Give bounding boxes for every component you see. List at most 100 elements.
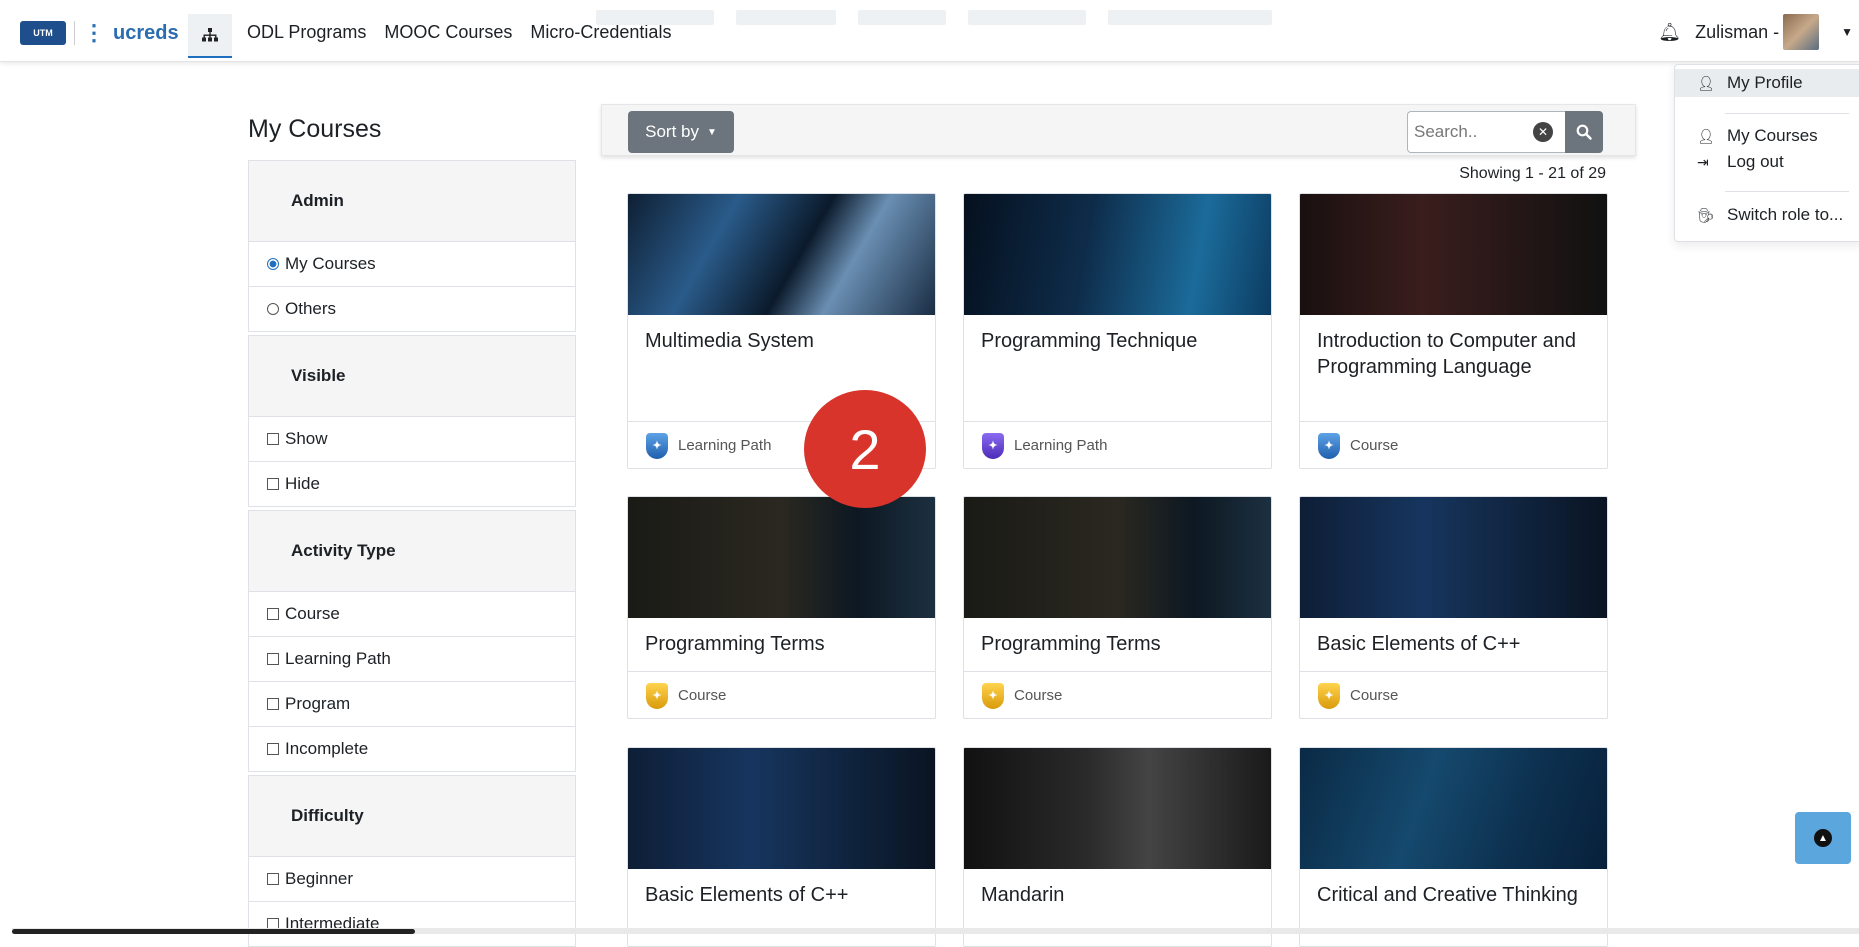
course-card[interactable]: Programming Terms ✦ Course bbox=[627, 496, 936, 719]
faded-tab bbox=[736, 10, 836, 25]
filter-option-learning-path[interactable]: Learning Path bbox=[248, 637, 576, 682]
course-title[interactable]: Basic Elements of C++ bbox=[1317, 631, 1592, 657]
course-card[interactable]: Introduction to Computer and Programming… bbox=[1299, 193, 1608, 469]
faded-tab bbox=[858, 10, 946, 25]
course-card[interactable]: Basic Elements of C++ bbox=[627, 747, 936, 947]
course-title[interactable]: Programming Terms bbox=[981, 631, 1256, 657]
search-group: ✕ bbox=[1407, 111, 1603, 153]
avatar[interactable] bbox=[1783, 14, 1820, 50]
checkbox-icon[interactable] bbox=[267, 698, 279, 710]
course-image[interactable] bbox=[628, 497, 935, 618]
course-image[interactable] bbox=[964, 748, 1271, 869]
sort-by-button[interactable]: Sort by ▼ bbox=[628, 111, 734, 153]
radio-checked-icon[interactable] bbox=[267, 258, 279, 270]
chevron-down-icon[interactable]: ▼ bbox=[1841, 25, 1853, 39]
filter-option-intermediate[interactable]: Intermediate bbox=[248, 902, 576, 947]
course-type: Course bbox=[1350, 687, 1399, 704]
course-type: Course bbox=[678, 687, 727, 704]
course-footer: ✦ Course bbox=[1300, 421, 1607, 468]
filter-option-my-courses[interactable]: My Courses bbox=[248, 242, 576, 287]
course-footer: ✦ Course bbox=[628, 671, 935, 718]
user-menu-dropdown: 👤︎ My Profile 👤︎ My Courses ⇥ Log out 🕵︎… bbox=[1674, 64, 1859, 242]
filter-option-label: Course bbox=[285, 604, 340, 623]
back-to-top-button[interactable]: ▲ bbox=[1795, 812, 1851, 864]
user-area: 🔔︎ Zulisman - ▼ bbox=[1658, 14, 1859, 50]
course-image[interactable] bbox=[964, 194, 1271, 315]
filter-option-beginner[interactable]: Beginner bbox=[248, 857, 576, 902]
filter-option-label: Hide bbox=[285, 474, 320, 493]
menu-item-switch-role[interactable]: 🕵︎ Switch role to... bbox=[1675, 201, 1859, 229]
faded-tab bbox=[1108, 10, 1272, 25]
course-card[interactable]: Basic Elements of C++ ✦ Course bbox=[1299, 496, 1608, 719]
course-image[interactable] bbox=[1300, 497, 1607, 618]
course-title[interactable]: Multimedia System bbox=[645, 328, 920, 354]
menu-item-my-profile[interactable]: 👤︎ My Profile bbox=[1675, 69, 1859, 97]
course-footer: ✦ Learning Path bbox=[964, 421, 1271, 468]
checkbox-icon[interactable] bbox=[267, 478, 279, 490]
checkbox-icon[interactable] bbox=[267, 653, 279, 665]
course-image[interactable] bbox=[1300, 748, 1607, 869]
sort-by-label: Sort by bbox=[645, 122, 699, 141]
utm-logo: UTM bbox=[20, 21, 66, 45]
nav-link-mooc-courses[interactable]: MOOC Courses bbox=[384, 22, 512, 43]
logo-divider bbox=[74, 21, 75, 45]
course-image[interactable] bbox=[628, 194, 935, 315]
course-image[interactable] bbox=[964, 497, 1271, 618]
course-card[interactable]: Programming Terms ✦ Course bbox=[963, 496, 1272, 719]
checkbox-icon[interactable] bbox=[267, 608, 279, 620]
course-card[interactable]: Programming Technique ✦ Learning Path bbox=[963, 193, 1272, 469]
nav-link-odl-programs[interactable]: ODL Programs bbox=[247, 22, 366, 43]
menu-item-log-out[interactable]: ⇥ Log out bbox=[1675, 148, 1859, 176]
filter-option-program[interactable]: Program bbox=[248, 682, 576, 727]
course-type: Learning Path bbox=[1014, 437, 1108, 454]
course-footer: ✦ Course bbox=[1300, 671, 1607, 718]
course-title[interactable]: Programming Technique bbox=[981, 328, 1256, 354]
course-footer: ✦ Course bbox=[964, 671, 1271, 718]
filter-option-hide[interactable]: Hide bbox=[248, 462, 576, 507]
course-title[interactable]: Introduction to Computer and Programming… bbox=[1317, 328, 1592, 380]
checkbox-icon[interactable] bbox=[267, 433, 279, 445]
page-title: My Courses bbox=[248, 115, 382, 143]
shield-badge-icon: ✦ bbox=[646, 432, 668, 459]
menu-item-label: My Profile bbox=[1727, 73, 1803, 92]
filter-option-show[interactable]: Show bbox=[248, 417, 576, 462]
filter-option-label: Program bbox=[285, 694, 351, 713]
results-count: Showing 1 - 21 of 29 bbox=[1459, 165, 1606, 182]
checkbox-icon[interactable] bbox=[267, 743, 279, 755]
shield-badge-icon: ✦ bbox=[982, 432, 1004, 459]
search-icon bbox=[1576, 124, 1592, 140]
clear-search-icon[interactable]: ✕ bbox=[1533, 122, 1553, 142]
nav-link-micro-credentials[interactable]: Micro-Credentials bbox=[530, 22, 671, 43]
radio-icon[interactable] bbox=[267, 303, 279, 315]
course-type: Course bbox=[1350, 437, 1399, 454]
course-title[interactable]: Basic Elements of C++ bbox=[645, 882, 920, 908]
scrollbar-thumb[interactable] bbox=[12, 929, 415, 934]
site-logo[interactable]: UTM ⋮ ucreds bbox=[20, 20, 179, 46]
filter-header-activity-type: Activity Type bbox=[248, 510, 576, 592]
course-image[interactable] bbox=[1300, 194, 1607, 315]
course-image[interactable] bbox=[628, 748, 935, 869]
brand-name: ucreds bbox=[113, 21, 179, 44]
bell-icon[interactable]: 🔔︎ bbox=[1658, 22, 1681, 43]
top-navbar: UTM ⋮ ucreds ODL Programs MOOC Courses M… bbox=[0, 0, 1859, 62]
filter-option-incomplete[interactable]: Incomplete bbox=[248, 727, 576, 772]
sitemap-icon bbox=[202, 28, 218, 42]
faded-tabs bbox=[596, 10, 1272, 25]
filter-option-others[interactable]: Others bbox=[248, 287, 576, 332]
menu-item-my-courses[interactable]: 👤︎ My Courses bbox=[1675, 122, 1859, 150]
sitemap-button[interactable] bbox=[188, 14, 232, 58]
shield-badge-icon: ✦ bbox=[1318, 432, 1340, 459]
course-card[interactable]: Mandarin bbox=[963, 747, 1272, 947]
course-card[interactable]: Critical and Creative Thinking bbox=[1299, 747, 1608, 947]
user-name[interactable]: Zulisman - bbox=[1695, 22, 1779, 43]
search-button[interactable] bbox=[1565, 111, 1603, 153]
course-title[interactable]: Programming Terms bbox=[645, 631, 920, 657]
filter-option-label: My Courses bbox=[285, 254, 376, 273]
caret-down-icon: ▼ bbox=[706, 126, 717, 138]
checkbox-icon[interactable] bbox=[267, 873, 279, 885]
course-title[interactable]: Critical and Creative Thinking bbox=[1317, 882, 1592, 908]
filter-option-label: Beginner bbox=[285, 869, 354, 888]
user-icon: 👤︎ bbox=[1697, 127, 1715, 144]
filter-option-course[interactable]: Course bbox=[248, 592, 576, 637]
course-title[interactable]: Mandarin bbox=[981, 882, 1256, 908]
